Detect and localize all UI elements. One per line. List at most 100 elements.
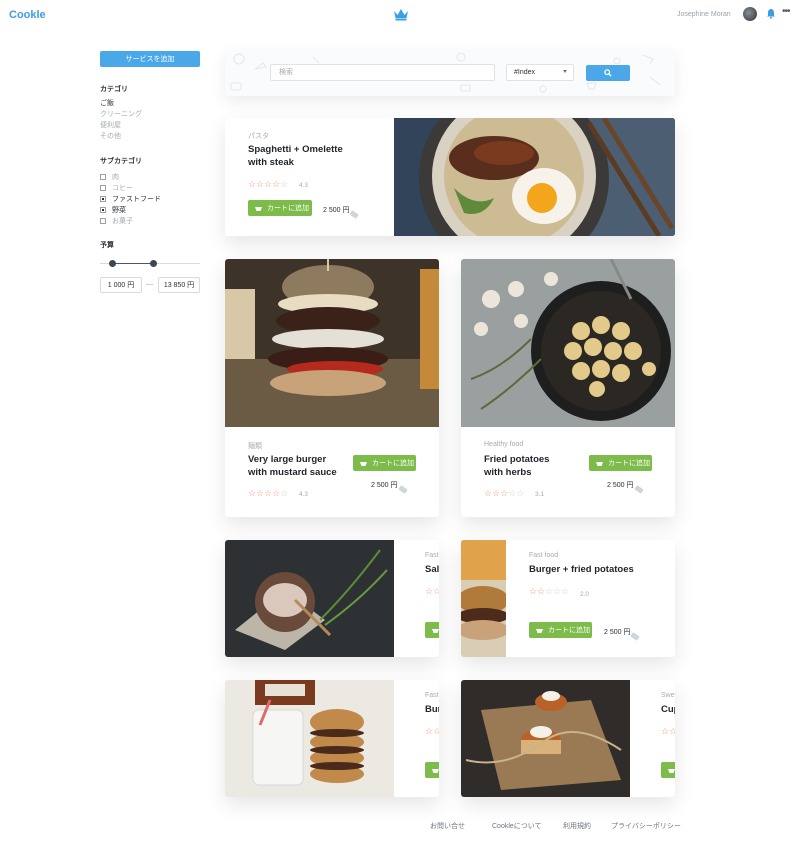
budget-slider-min-handle[interactable] xyxy=(109,260,116,267)
product-card[interactable]: パスタ Spaghetti + Omelette with steak ☆☆☆☆… xyxy=(225,118,675,236)
add-to-cart-button[interactable] xyxy=(425,762,439,778)
add-to-cart-button[interactable] xyxy=(425,622,439,638)
cart-icon xyxy=(432,768,439,773)
category-item[interactable]: クリーニング xyxy=(100,109,142,120)
subcategory-checkbox[interactable]: 野菜 xyxy=(100,204,161,215)
footer-link-privacy[interactable]: プライバシーポリシー xyxy=(611,821,681,831)
checkbox[interactable] xyxy=(100,217,106,224)
price-tag-icon xyxy=(349,210,359,219)
checkbox[interactable] xyxy=(100,184,106,191)
cart-icon xyxy=(596,461,603,466)
cart-icon xyxy=(360,461,367,466)
add-to-cart-button[interactable]: カートに追加 xyxy=(248,200,312,216)
budget-min-field[interactable]: 1 000 円 xyxy=(100,277,142,293)
chevron-down-icon xyxy=(563,70,567,73)
rating-value: 3.1 xyxy=(535,491,545,498)
footer-link-terms[interactable]: 利用規約 xyxy=(563,821,591,831)
add-to-cart-label: カートに追加 xyxy=(372,460,414,467)
search-button[interactable] xyxy=(586,65,630,81)
cart-icon xyxy=(432,628,439,633)
product-title-line: Fried potatoes xyxy=(484,454,550,465)
avatar[interactable] xyxy=(743,7,757,21)
product-image[interactable] xyxy=(394,118,675,236)
rating-stars: ☆☆☆☆☆ xyxy=(529,586,570,596)
product-title[interactable]: Bur xyxy=(425,703,439,716)
product-image[interactable] xyxy=(225,680,394,797)
rating-stars: ☆☆☆☆☆ xyxy=(248,488,289,498)
product-card[interactable]: Swe Cup ☆☆ xyxy=(461,680,675,797)
rating-stars: ☆☆☆☆☆ xyxy=(484,488,525,498)
product-title[interactable]: Sal xyxy=(425,563,439,576)
product-price: 2 500 円 xyxy=(323,207,350,214)
user-name[interactable]: Josephine Moran xyxy=(677,11,731,18)
checkbox[interactable] xyxy=(100,195,106,202)
cart-icon xyxy=(536,628,543,633)
product-card[interactable]: Fast Bur ☆☆ xyxy=(225,680,439,797)
product-title[interactable]: Very large burger with mustard sauce xyxy=(248,453,337,479)
budget-slider-max-handle[interactable] xyxy=(150,260,157,267)
subcategory-checkbox[interactable]: ファストフード xyxy=(100,193,161,204)
product-category: パスタ xyxy=(248,133,269,140)
subcategory-label: 野菜 xyxy=(112,206,126,214)
checkbox[interactable] xyxy=(100,173,106,180)
budget-title: 予算 xyxy=(100,242,114,249)
potatoes-photo xyxy=(461,259,675,427)
crown-icon[interactable] xyxy=(393,7,409,21)
product-image[interactable] xyxy=(225,259,439,427)
bell-icon[interactable] xyxy=(766,8,776,19)
brand-logo[interactable]: Cookle xyxy=(9,9,46,21)
product-title-line: with mustard sauce xyxy=(248,467,337,478)
add-to-cart-button[interactable] xyxy=(661,762,675,778)
product-card[interactable]: Healthy food Fried potatoes with herbs ☆… xyxy=(461,259,675,517)
category-item[interactable]: その他 xyxy=(100,131,142,142)
category-item[interactable]: 便利屋 xyxy=(100,120,142,131)
add-to-cart-label: カートに追加 xyxy=(548,627,590,634)
footer-link-about[interactable]: Cookleについて xyxy=(492,821,542,831)
budget-slider-range xyxy=(112,263,154,264)
rating-value: 2.0 xyxy=(580,591,590,598)
product-title[interactable]: Burger + fried potatoes xyxy=(529,563,634,576)
product-image[interactable] xyxy=(461,540,506,657)
category-list: ご飯 クリーニング 便利屋 その他 xyxy=(100,98,142,142)
add-to-cart-button[interactable]: カートに追加 xyxy=(529,622,592,638)
salad-photo xyxy=(225,540,394,657)
rating-stars: ☆☆ xyxy=(425,586,439,596)
product-title[interactable]: Spaghetti + Omelette with steak xyxy=(248,143,343,169)
product-title[interactable]: Cup xyxy=(661,703,675,716)
subcategory-label: ファストフード xyxy=(112,195,161,203)
subcategory-title: サブカテゴリ xyxy=(100,158,142,165)
price-tag-icon xyxy=(630,632,640,641)
checkbox[interactable] xyxy=(100,206,106,213)
category-item[interactable]: ご飯 xyxy=(100,98,142,109)
product-price: 2 500 円 xyxy=(607,482,634,489)
subcategory-label: お菓子 xyxy=(112,217,133,225)
footer-link-contact[interactable]: お問い合せ xyxy=(430,821,465,831)
add-to-cart-button[interactable]: カートに追加 xyxy=(589,455,652,471)
more-menu-icon[interactable]: ••• xyxy=(782,6,790,17)
product-image[interactable] xyxy=(461,259,675,427)
search-input[interactable]: 検索 xyxy=(270,64,495,81)
product-price: 2 500 円 xyxy=(371,482,398,489)
subcategory-checkbox[interactable]: 肉 xyxy=(100,171,161,182)
product-card[interactable]: Fast food Burger + fried potatoes ☆☆☆☆☆ … xyxy=(461,540,675,657)
product-category: Fast xyxy=(425,692,439,699)
product-title-line: with steak xyxy=(248,157,294,168)
subcategory-checkbox[interactable]: コヒー xyxy=(100,182,161,193)
search-icon xyxy=(604,69,612,77)
budget-max-field[interactable]: 13 850 円 xyxy=(158,277,200,293)
product-image[interactable] xyxy=(461,680,630,797)
subcategory-checkbox[interactable]: お菓子 xyxy=(100,215,161,226)
add-to-cart-label: カートに追加 xyxy=(608,460,650,467)
cart-icon xyxy=(668,768,675,773)
product-title-line: with herbs xyxy=(484,467,532,478)
product-card[interactable]: Fast Sal ☆☆ xyxy=(225,540,439,657)
product-price: 2 500 円 xyxy=(604,629,631,636)
add-service-button[interactable]: サービスを追加 xyxy=(100,51,200,67)
add-to-cart-button[interactable]: カートに追加 xyxy=(353,455,416,471)
product-title[interactable]: Fried potatoes with herbs xyxy=(484,453,549,479)
subcategory-list: 肉 コヒー ファストフード 野菜 お菓子 xyxy=(100,171,161,226)
product-category: 麺類 xyxy=(248,443,262,450)
product-image[interactable] xyxy=(225,540,394,657)
rating-stars: ☆☆ xyxy=(661,726,675,736)
product-card[interactable]: 麺類 Very large burger with mustard sauce … xyxy=(225,259,439,517)
